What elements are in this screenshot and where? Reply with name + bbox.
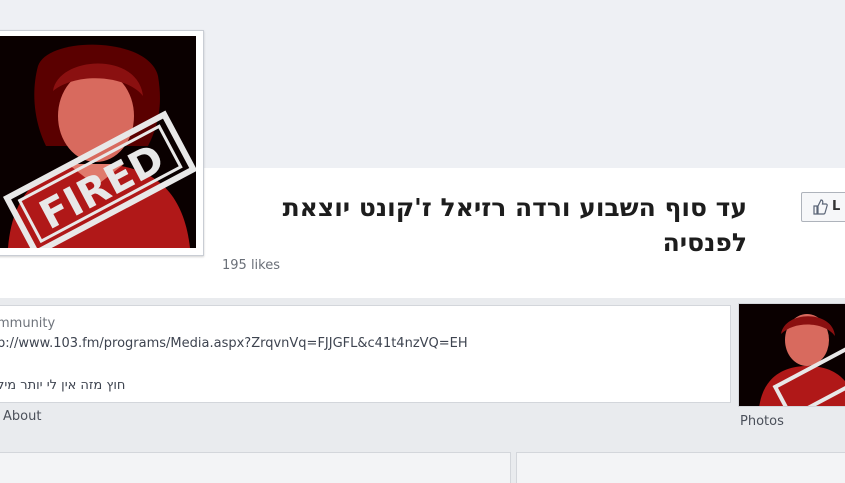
page-category[interactable]: mmunity: [0, 316, 55, 331]
about-link[interactable]: About: [3, 409, 41, 424]
website-link[interactable]: p://www.103.fm/programs/Media.aspx?Zrqvn…: [0, 336, 468, 351]
bottom-left-panel: [0, 452, 511, 483]
photo-thumbnail-image: [739, 304, 845, 406]
like-button-label: L: [832, 199, 841, 214]
page-description: חוץ מזה אין לי יותר מיל: [0, 378, 126, 393]
page-title: עד סוף השבוע ורדה רזיאל ז'קונט יוצאת לפנ…: [282, 193, 747, 257]
photos-label[interactable]: Photos: [740, 414, 784, 429]
profile-photo: FIRED: [0, 36, 196, 248]
info-box: mmunity p://www.103.fm/programs/Media.as…: [0, 305, 731, 403]
thumbs-up-icon: [813, 199, 828, 215]
profile-picture[interactable]: FIRED: [0, 30, 204, 256]
likes-count[interactable]: 195 likes: [222, 258, 280, 273]
like-button[interactable]: L: [801, 192, 845, 222]
photos-thumbnail[interactable]: [738, 303, 845, 407]
bottom-right-panel: [516, 452, 845, 483]
